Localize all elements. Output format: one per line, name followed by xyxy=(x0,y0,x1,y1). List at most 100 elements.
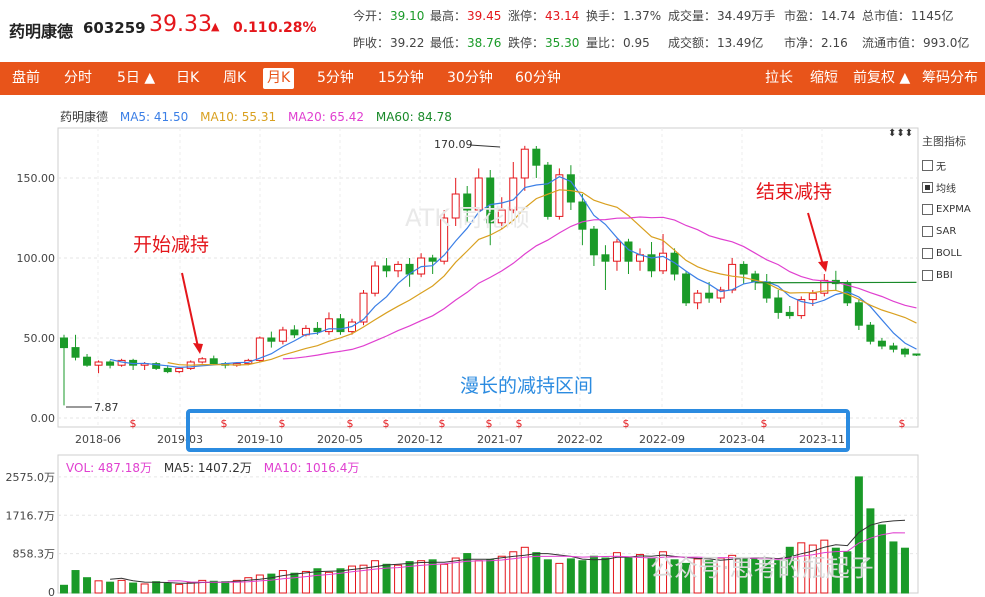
stat-row2-1: 最低：38.76 xyxy=(430,34,501,51)
stat-row1-0: 今开：39.10 xyxy=(353,7,424,24)
stat-row1-1: 最高：39.45 xyxy=(430,7,501,24)
start-arrow-head-icon xyxy=(193,343,203,354)
candle-body xyxy=(267,337,276,342)
candle-body xyxy=(566,174,575,203)
candle-body xyxy=(359,292,368,323)
stat-value: 0.95 xyxy=(623,36,650,50)
stat-row1-2: 涨停：43.14 xyxy=(508,7,579,24)
candle-body xyxy=(900,348,909,355)
volume-bar xyxy=(290,572,299,594)
end-arrow-head-icon xyxy=(818,261,828,272)
tab-0[interactable]: 盘前 xyxy=(8,68,44,89)
volume-bar xyxy=(336,568,345,594)
candle-body xyxy=(877,340,886,347)
volume-bar xyxy=(624,557,633,594)
tab-7[interactable]: 15分钟 xyxy=(374,68,428,89)
candle-body xyxy=(60,337,68,349)
high-pointer-line xyxy=(469,144,501,148)
indicator-option-0[interactable]: 无 xyxy=(922,154,985,176)
checkbox-icon[interactable] xyxy=(922,269,933,281)
tab-8[interactable]: 30分钟 xyxy=(443,68,497,89)
tool-button-2[interactable]: 前复权 ▲ xyxy=(849,68,914,89)
candle-body xyxy=(313,327,322,333)
indicator-option-2[interactable]: EXPMA xyxy=(922,198,985,220)
checkbox-icon[interactable] xyxy=(922,159,933,171)
candle-body xyxy=(682,273,691,304)
volume-bar xyxy=(440,563,449,594)
checkbox-icon[interactable] xyxy=(922,203,933,215)
stock-price: 39.33 xyxy=(149,12,212,37)
candle-body xyxy=(612,241,621,262)
price-tick-label: 100.00 xyxy=(17,252,56,265)
volume-bar xyxy=(497,555,506,594)
volume-bar xyxy=(163,583,172,594)
volume-bar xyxy=(60,584,68,594)
volume-bar xyxy=(106,581,115,594)
tool-button-0[interactable]: 拉长 xyxy=(761,68,797,89)
annotation-period: 漫长的减持区间 xyxy=(460,375,594,397)
tab-2[interactable]: 5日 ▲ xyxy=(113,68,159,89)
candle-body xyxy=(543,164,552,217)
legend-ma5: MA5: 41.50 xyxy=(119,110,189,124)
stat-label: 最低： xyxy=(430,36,467,50)
stat-value: 34.49万手 xyxy=(717,9,776,23)
legend-ma10: MA10: 55.31 xyxy=(200,110,277,124)
volume-bar xyxy=(889,541,898,594)
kline-chart[interactable]: 150.00100.0050.000.002018-06 2019-03 2019-… xyxy=(0,95,985,597)
checkbox-icon[interactable] xyxy=(922,181,933,193)
candle-body xyxy=(912,353,921,356)
tab-4[interactable]: 周K xyxy=(219,68,250,89)
volume-bar xyxy=(129,582,138,594)
stat-label: 流通市值： xyxy=(862,36,923,50)
volume-tick-label: 2575.0万 xyxy=(6,471,56,484)
checkbox-icon[interactable] xyxy=(922,247,933,259)
tab-9[interactable]: 60分钟 xyxy=(511,68,565,89)
event-marker-icon: $ xyxy=(899,417,906,430)
indicator-option-5[interactable]: BBI xyxy=(922,264,985,286)
stat-row1-4: 成交量：34.49万手 xyxy=(668,7,775,24)
ma-legend: 药明康德 MA5: 41.50 MA10: 55.31 MA20: 65.42 … xyxy=(60,108,452,125)
volume-bar xyxy=(900,547,909,594)
stat-row2-0: 昨收：39.22 xyxy=(353,34,424,51)
price-tick-label: 150.00 xyxy=(17,172,56,185)
volume-tick-label: 1716.7万 xyxy=(6,509,56,522)
tab-6[interactable]: 5分钟 xyxy=(313,68,358,89)
bottom-watermark: 公众号·思考的瓶起子 xyxy=(650,554,874,582)
stock-change-pct: 0.28% xyxy=(268,20,317,36)
candle-body xyxy=(555,174,564,217)
stat-label: 成交量： xyxy=(668,9,717,23)
indicator-option-3[interactable]: SAR xyxy=(922,220,985,242)
tab-3[interactable]: 日K xyxy=(172,68,203,89)
candle-body xyxy=(774,297,783,313)
stat-label: 跌停： xyxy=(508,36,545,50)
stat-value: 39.10 xyxy=(390,9,425,23)
candle-body xyxy=(290,329,299,336)
indicator-option-label: SAR xyxy=(936,225,957,237)
indicator-panel-title: 主图指标 xyxy=(922,135,966,148)
volume-bar xyxy=(371,560,380,594)
tool-button-3[interactable]: 筹码分布 xyxy=(918,68,982,89)
candle-body xyxy=(278,329,287,342)
tab-1[interactable]: 分时 xyxy=(60,68,96,89)
tab-5[interactable]: 月K xyxy=(263,68,295,89)
candle-body xyxy=(739,263,748,275)
stat-row1-3: 换手：1.37% xyxy=(586,7,661,24)
stat-value: 2.16 xyxy=(821,36,848,50)
candle-body xyxy=(371,265,380,294)
candle-body xyxy=(705,292,714,299)
indicator-option-1[interactable]: 均线 xyxy=(922,176,985,198)
candle-body xyxy=(601,254,610,262)
price-tick-label: 0.00 xyxy=(31,412,56,425)
candle-body xyxy=(670,252,679,275)
checkbox-icon[interactable] xyxy=(922,225,933,237)
indicator-option-label: BOLL xyxy=(936,247,962,259)
candle-body xyxy=(520,148,529,179)
indicator-option-4[interactable]: BOLL xyxy=(922,242,985,264)
stat-value: 14.74 xyxy=(821,9,856,23)
volume-bar xyxy=(221,581,230,594)
start-arrow-line xyxy=(181,272,199,348)
tool-button-1[interactable]: 缩短 xyxy=(806,68,842,89)
annotation-start: 开始减持 xyxy=(133,234,210,256)
legend-vol-ma10: MA10: 1016.4万 xyxy=(263,461,360,475)
candle-body xyxy=(382,265,391,272)
